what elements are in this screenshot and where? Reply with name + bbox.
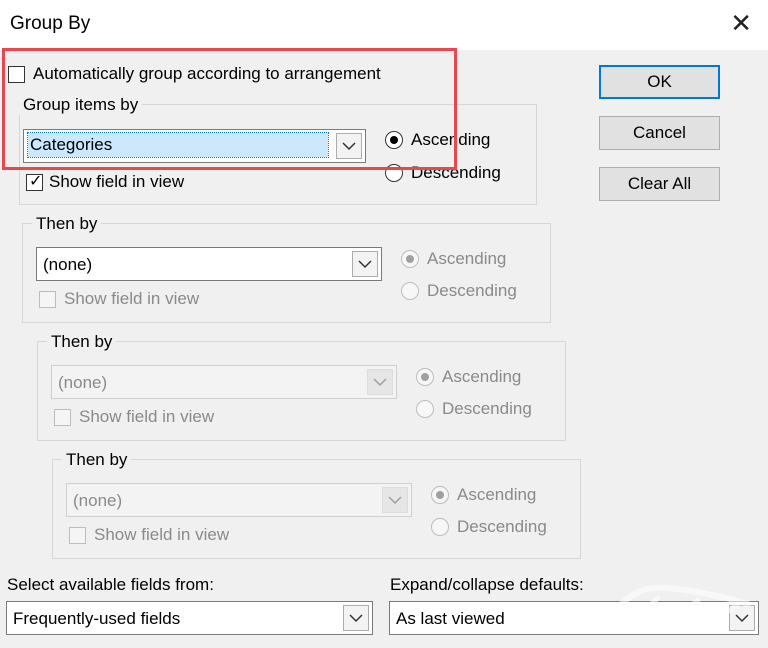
then-by-3-select[interactable]: (none)	[66, 483, 412, 517]
then-by-3-ascending-label[interactable]: Ascending	[457, 485, 536, 505]
then-by-1-ascending-radio[interactable]	[401, 250, 419, 268]
then-by-2-ascending-label[interactable]: Ascending	[442, 367, 521, 387]
then-by-3-descending-label[interactable]: Descending	[457, 517, 547, 537]
then-by-3-value: (none)	[73, 491, 123, 510]
then-by-1-descending-radio[interactable]	[401, 282, 419, 300]
watermark-logo	[605, 584, 751, 633]
checkmark-icon: ✓	[29, 173, 43, 190]
close-icon[interactable]: ✕	[730, 8, 752, 39]
then-by-2-descending-radio[interactable]	[416, 400, 434, 418]
cancel-button[interactable]: Cancel	[599, 116, 720, 150]
then-by-3-ascending-radio[interactable]	[431, 486, 449, 504]
group-items-by-title: Group items by	[19, 95, 143, 115]
expand-collapse-value: As last viewed	[396, 609, 505, 628]
group-ascending-radio[interactable]	[385, 131, 403, 149]
group-ascending-label[interactable]: Ascending	[411, 130, 490, 150]
auto-group-checkbox[interactable]	[8, 66, 25, 83]
then-by-2-title: Then by	[47, 332, 117, 352]
chevron-down-icon[interactable]	[367, 369, 393, 395]
group-descending-label[interactable]: Descending	[411, 163, 501, 183]
group-show-field-label[interactable]: Show field in view	[49, 172, 184, 192]
then-by-1-title: Then by	[32, 214, 102, 234]
available-fields-value: Frequently-used fields	[13, 609, 181, 628]
then-by-3-show-field-label[interactable]: Show field in view	[94, 525, 229, 545]
clear-all-button[interactable]: Clear All	[599, 167, 720, 201]
then-by-2-select[interactable]: (none)	[51, 365, 397, 399]
available-fields-label: Select available fields from:	[7, 575, 214, 594]
then-by-1-show-field-checkbox[interactable]	[39, 291, 56, 308]
chevron-down-icon[interactable]	[343, 605, 369, 631]
then-by-1-select[interactable]: (none)	[36, 247, 382, 281]
chevron-down-icon[interactable]	[382, 487, 408, 513]
then-by-2-show-field-label[interactable]: Show field in view	[79, 407, 214, 427]
then-by-3-descending-radio[interactable]	[431, 518, 449, 536]
auto-group-label[interactable]: Automatically group according to arrange…	[33, 64, 381, 84]
expand-collapse-label: Expand/collapse defaults:	[390, 575, 584, 594]
then-by-2-descending-label[interactable]: Descending	[442, 399, 532, 419]
then-by-1-descending-label[interactable]: Descending	[427, 281, 517, 301]
group-show-field-checkbox[interactable]: ✓	[26, 173, 43, 191]
group-field-select[interactable]: Categories	[23, 129, 366, 163]
then-by-3-show-field-checkbox[interactable]	[69, 527, 86, 544]
then-by-2-ascending-radio[interactable]	[416, 368, 434, 386]
chevron-down-icon[interactable]	[336, 133, 362, 159]
then-by-1-show-field-label[interactable]: Show field in view	[64, 289, 199, 309]
title-bar: Group By ✕	[0, 0, 768, 50]
available-fields-select[interactable]: Frequently-used fields	[6, 601, 373, 635]
group-descending-radio[interactable]	[385, 164, 403, 182]
then-by-3-title: Then by	[62, 450, 132, 470]
then-by-2-value: (none)	[58, 373, 108, 392]
then-by-1-value: (none)	[43, 255, 93, 274]
then-by-2-show-field-checkbox[interactable]	[54, 409, 71, 426]
then-by-1-ascending-label[interactable]: Ascending	[427, 249, 506, 269]
chevron-down-icon[interactable]	[352, 251, 378, 277]
dialog-title: Group By	[10, 13, 91, 34]
group-field-value: Categories	[27, 132, 329, 158]
ok-button[interactable]: OK	[599, 65, 720, 99]
